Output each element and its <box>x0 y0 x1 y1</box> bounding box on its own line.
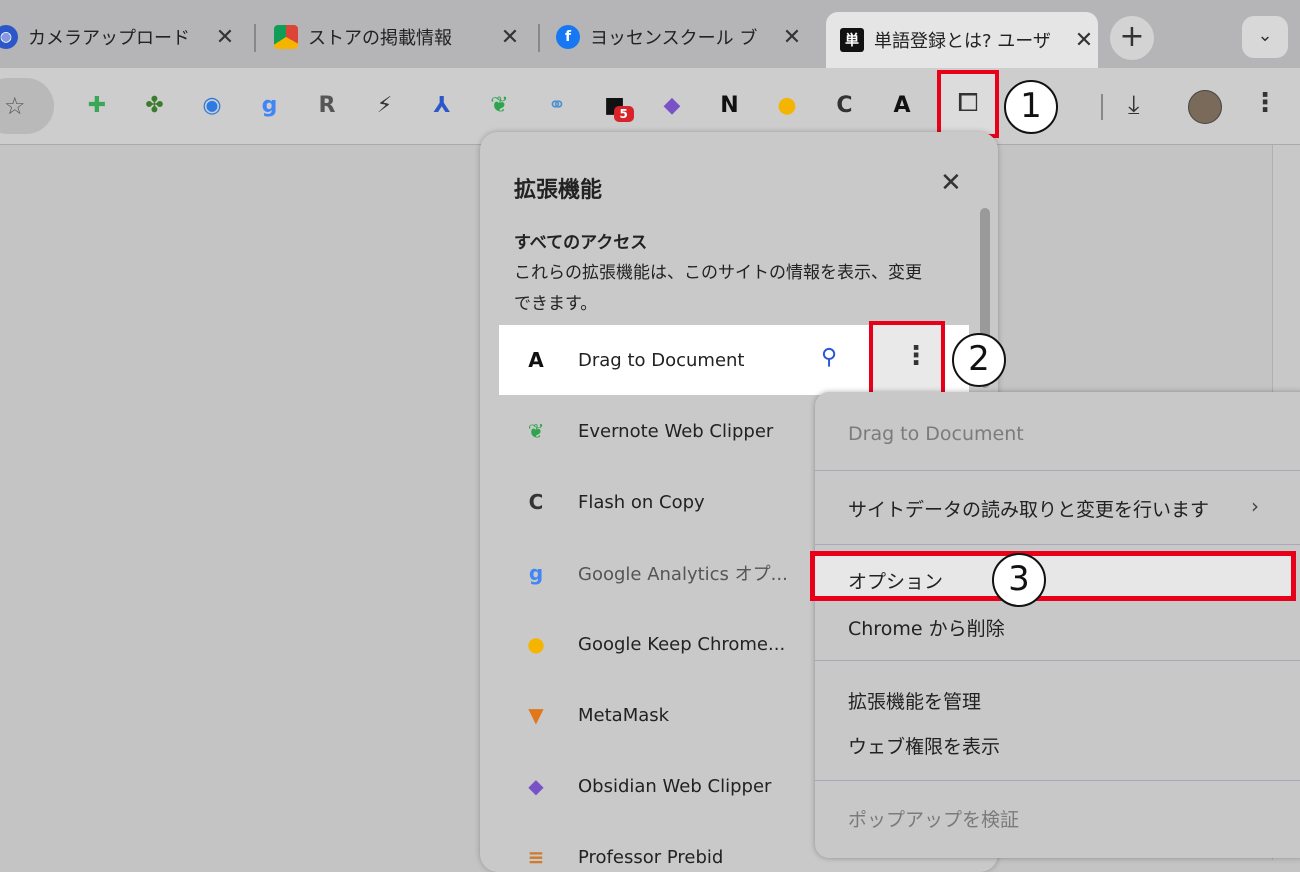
lightning-icon[interactable]: ⚡ <box>370 90 400 120</box>
puzzle-extension-icon[interactable]: ✤ <box>140 90 170 120</box>
google-analytics-icon: g <box>528 561 544 585</box>
menu-item-remove-from-chrome[interactable]: Chrome から削除 <box>848 614 1005 641</box>
facebook-icon: f <box>556 25 580 49</box>
tab-search-button[interactable]: ⌄ <box>1242 16 1288 58</box>
full-access-heading: すべてのアクセス <box>514 233 648 253</box>
annotation-number-2: 2 <box>952 333 1006 387</box>
full-access-description: これらの拡張機能は、このサイトの情報を表示、変更できます。 <box>514 263 922 314</box>
tab-title: ストアの掲載情報 <box>308 28 452 49</box>
metamask-fox-icon: ▼ <box>528 703 544 727</box>
tab-store-listing[interactable]: ストアの掲載情報 ✕ <box>274 12 524 62</box>
kanji-tan-icon: 単 <box>840 28 864 52</box>
chrome-web-store-icon <box>274 25 298 49</box>
evernote-icon: ❦ <box>527 419 545 443</box>
extension-name: Obsidian Web Clipper <box>578 775 772 797</box>
branch-icon[interactable]: ⅄ <box>427 90 457 120</box>
tab-word-registration[interactable]: 単 単語登録とは? ユーザ ✕ <box>826 12 1098 68</box>
prebid-icon: ≡ <box>527 845 545 869</box>
chevron-right-icon: › <box>1251 494 1259 518</box>
keep-icon: ● <box>527 632 545 656</box>
download-icon[interactable]: ⤓ <box>1128 90 1140 121</box>
close-icon[interactable]: ✕ <box>778 25 806 50</box>
close-icon[interactable]: ✕ <box>211 25 239 50</box>
chat-badge-icon[interactable]: ■ 5 <box>600 90 634 122</box>
menu-divider <box>815 470 1300 471</box>
unpin-icon[interactable]: ⚲ <box>821 345 837 370</box>
menu-divider <box>815 544 1300 545</box>
bookmark-star-icon[interactable]: ☆ <box>4 92 26 120</box>
flash-copy-icon: C <box>528 490 544 514</box>
tab-divider <box>538 24 540 52</box>
keep-icon[interactable]: ● <box>772 90 802 120</box>
menu-item-manage-extensions[interactable]: 拡張機能を管理 <box>848 687 981 714</box>
new-tab-button[interactable]: + <box>1110 16 1154 60</box>
extension-name: Google Keep Chrome... <box>578 633 786 655</box>
tab-divider <box>254 24 256 52</box>
toolbar-divider <box>1101 94 1103 120</box>
menu-divider <box>815 660 1300 661</box>
extension-name: Professor Prebid <box>578 846 724 868</box>
extension-context-menu: Drag to Document サイトデータの読み取りと変更を行います › C… <box>815 392 1300 858</box>
puzzle-piece-icon: ⧠ <box>957 88 979 118</box>
close-icon[interactable]: ✕ <box>496 25 524 50</box>
tab-title: 単語登録とは? ユーザ <box>874 31 1051 52</box>
tab-strip: ◍ カメラアップロード ✕ ストアの掲載情報 ✕ f ヨッセンスクール ブ ✕ … <box>0 0 1300 68</box>
google-analytics-icon[interactable]: g <box>255 90 285 120</box>
drag-document-icon[interactable]: A <box>887 90 917 120</box>
tab-yossen-school[interactable]: f ヨッセンスクール ブ ✕ <box>556 12 806 62</box>
tab-camera-upload[interactable]: ◍ カメラアップロード ✕ <box>0 12 239 62</box>
options-label: オプション <box>848 571 944 593</box>
evernote-icon[interactable]: ❦ <box>485 90 515 120</box>
notification-badge: 5 <box>613 106 634 122</box>
close-icon[interactable]: ✕ <box>1070 28 1098 53</box>
tab-title: ヨッセンスクール ブ <box>590 28 758 49</box>
drag-document-icon: A <box>528 348 544 372</box>
extension-name: MetaMask <box>578 704 670 726</box>
extension-name: Drag to Document <box>578 349 745 371</box>
close-panel-button[interactable]: ✕ <box>940 168 962 198</box>
obsidian-icon: ◆ <box>528 774 544 798</box>
menu-item-web-permissions[interactable]: ウェブ権限を表示 <box>848 732 1000 759</box>
more-vert-icon: ⋮ <box>903 341 929 371</box>
tab-title: カメラアップロード <box>28 28 190 49</box>
menu-divider <box>815 780 1300 781</box>
plus-extension-icon[interactable]: ✚ <box>82 90 112 120</box>
annotation-number-3: 3 <box>992 553 1046 607</box>
globe-icon: ◍ <box>0 25 18 49</box>
menu-item-options[interactable]: オプション <box>810 551 1296 601</box>
extensions-menu-button[interactable]: ⧠ <box>937 70 999 138</box>
obsidian-icon[interactable]: ◆ <box>657 90 687 120</box>
chrome-menu-icon[interactable]: ⋮ <box>1252 88 1278 118</box>
extension-name: Google Analytics オプ... <box>578 564 788 585</box>
panel-title: 拡張機能 <box>514 178 603 203</box>
menu-item-site-data[interactable]: サイトデータの読み取りと変更を行います <box>848 495 1209 522</box>
rakuten-icon[interactable]: R <box>312 90 342 120</box>
annotation-number-1: 1 <box>1004 80 1058 134</box>
extension-name: Flash on Copy <box>578 491 705 513</box>
menu-item-inspect-popup: ポップアップを検証 <box>848 809 1020 831</box>
flash-copy-icon[interactable]: C <box>830 90 860 120</box>
notion-icon[interactable]: N <box>715 90 745 120</box>
menu-header-extension-name: Drag to Document <box>848 423 1024 445</box>
extension-more-options-button[interactable]: ⋮ <box>869 321 945 399</box>
binoculars-icon[interactable]: ⚭ <box>542 90 572 120</box>
profile-avatar[interactable] <box>1188 90 1222 124</box>
compass-extension-icon[interactable]: ◉ <box>197 90 227 120</box>
extension-name: Evernote Web Clipper <box>578 420 774 442</box>
